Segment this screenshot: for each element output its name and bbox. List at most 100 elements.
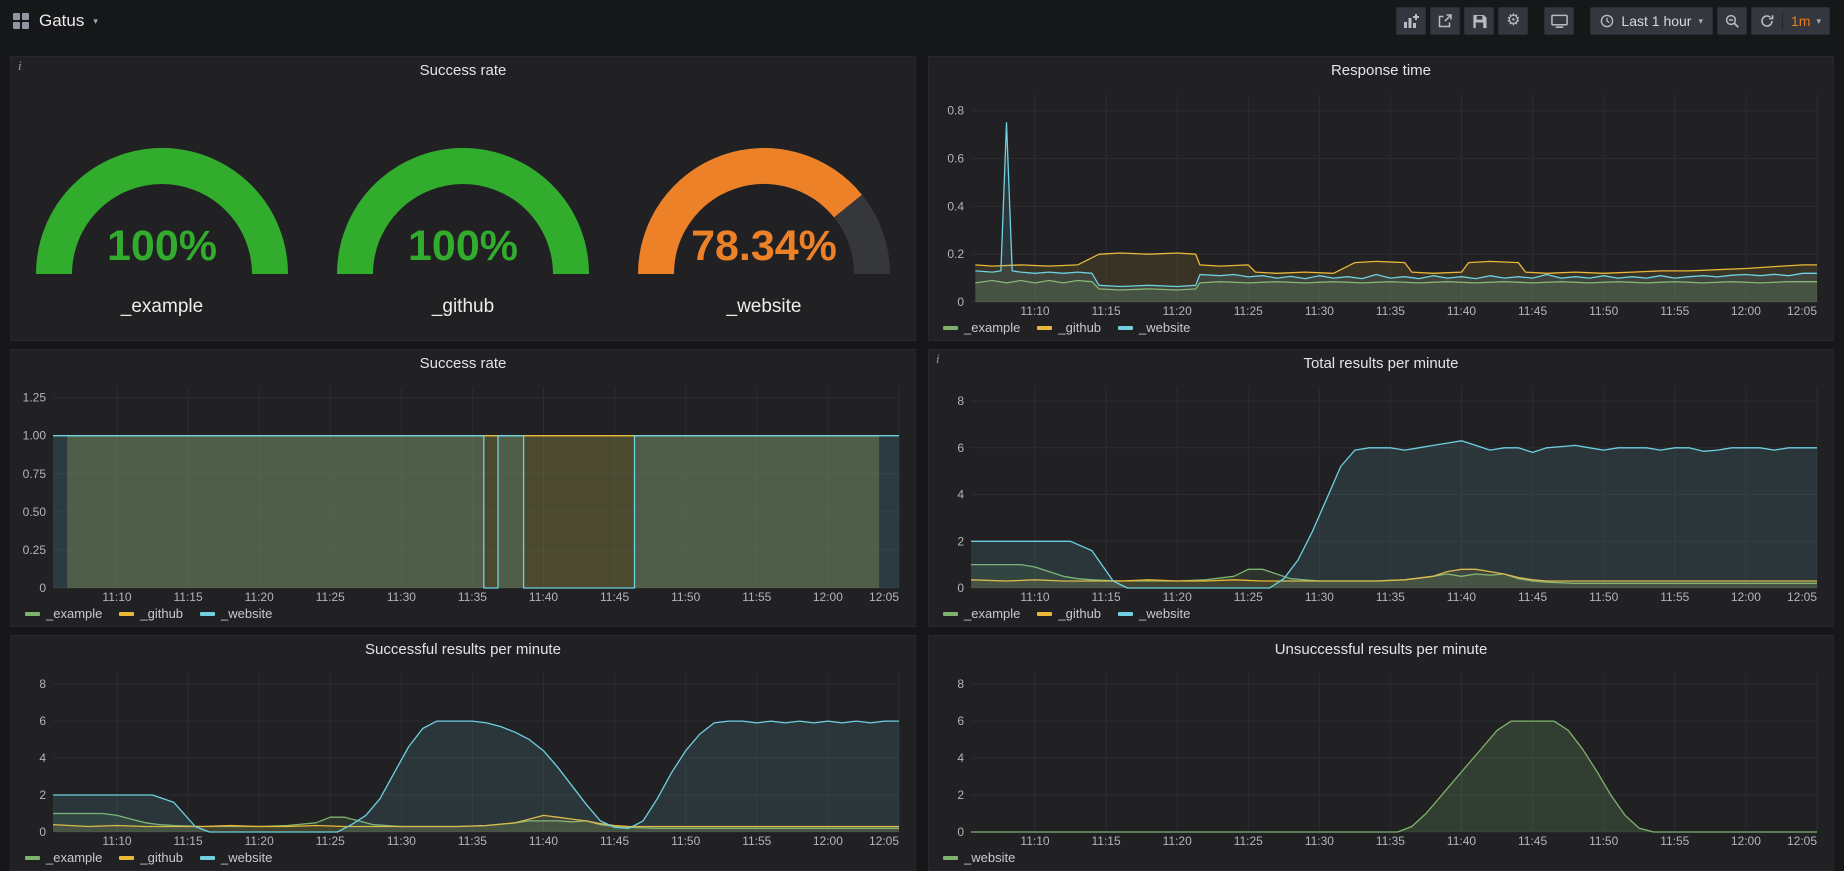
time-range-label: Last 1 hour: [1621, 13, 1691, 29]
legend-item-_website[interactable]: _website: [1118, 606, 1190, 621]
svg-text:11:35: 11:35: [1376, 304, 1405, 318]
svg-text:11:55: 11:55: [1660, 304, 1689, 318]
svg-text:11:10: 11:10: [1020, 590, 1049, 604]
svg-text:11:30: 11:30: [1305, 304, 1334, 318]
svg-text:11:50: 11:50: [671, 590, 700, 604]
panel-title[interactable]: Success rate: [420, 62, 507, 79]
legend-item-_example[interactable]: _example: [25, 606, 102, 621]
tv-icon: [1551, 14, 1568, 29]
svg-text:11:50: 11:50: [1589, 304, 1618, 318]
legend-swatch: [1118, 612, 1133, 616]
legend-item-_github[interactable]: _github: [1037, 606, 1101, 621]
legend-item-_website[interactable]: _website: [200, 850, 272, 865]
dashboard-caret-icon[interactable]: ▾: [93, 17, 98, 26]
panel-unsuccessful-results: Unsuccessful results per minute 0246811:…: [928, 635, 1834, 871]
legend-item-_website[interactable]: _website: [200, 606, 272, 621]
svg-text:11:15: 11:15: [1092, 834, 1121, 848]
gauge-_github: 100%_github: [313, 106, 613, 318]
legend-item-_github[interactable]: _github: [119, 850, 183, 865]
legend-label: _example: [964, 320, 1020, 335]
svg-text:12:00: 12:00: [1731, 590, 1761, 604]
apps-grid-icon[interactable]: [12, 12, 30, 30]
svg-text:12:00: 12:00: [1731, 834, 1761, 848]
legend-swatch: [25, 856, 40, 860]
svg-text:11:55: 11:55: [1660, 834, 1689, 848]
legend-item-_example[interactable]: _example: [25, 850, 102, 865]
time-range-picker[interactable]: Last 1 hour ▾: [1590, 7, 1713, 35]
zoom-out-button[interactable]: [1717, 7, 1747, 35]
share-dashboard-button[interactable]: [1430, 7, 1460, 35]
add-panel-icon: [1403, 13, 1419, 29]
save-dashboard-button[interactable]: [1464, 7, 1494, 35]
divider: [1782, 12, 1783, 30]
legend-label: _github: [140, 850, 183, 865]
legend-item-_github[interactable]: _github: [1037, 320, 1101, 335]
panel-header: Success rate: [11, 57, 915, 84]
svg-text:11:55: 11:55: [742, 590, 771, 604]
svg-text:0.50: 0.50: [23, 505, 47, 519]
gauge-_website: 78.34%_website: [614, 106, 914, 318]
panel-header: Successful results per minute: [11, 636, 915, 663]
legend-label: _example: [964, 606, 1020, 621]
svg-text:11:50: 11:50: [1589, 834, 1618, 848]
dashboard-picker: Gatus ▾: [12, 11, 98, 31]
svg-text:12:05: 12:05: [869, 834, 899, 848]
response-time-graph[interactable]: 00.20.40.60.811:1011:1511:2011:2511:3011…: [929, 84, 1833, 318]
svg-text:0: 0: [39, 825, 46, 839]
success-rate-graph[interactable]: 00.250.500.751.001.2511:1011:1511:2011:2…: [11, 377, 915, 604]
dashboard-settings-button[interactable]: ⚙: [1498, 7, 1528, 35]
panel-success-rate-graph: Success rate 00.250.500.751.001.2511:101…: [10, 349, 916, 627]
svg-text:11:15: 11:15: [1092, 590, 1121, 604]
panel-response-time: Response time 00.20.40.60.811:1011:1511:…: [928, 56, 1834, 341]
svg-text:11:35: 11:35: [458, 590, 487, 604]
svg-text:6: 6: [957, 441, 964, 455]
svg-text:11:20: 11:20: [1163, 304, 1192, 318]
total-results-graph[interactable]: 0246811:1011:1511:2011:2511:3011:3511:40…: [929, 377, 1833, 604]
panel-title[interactable]: Unsuccessful results per minute: [1275, 641, 1488, 658]
successful-results-graph[interactable]: 0246811:1011:1511:2011:2511:3011:3511:40…: [11, 663, 915, 848]
legend-swatch: [943, 612, 958, 616]
chart-legend: _example _github _website: [929, 318, 1833, 340]
panel-title[interactable]: Response time: [1331, 62, 1431, 79]
svg-text:11:25: 11:25: [1234, 304, 1263, 318]
cycle-view-mode-button[interactable]: [1544, 7, 1574, 35]
svg-text:11:20: 11:20: [1163, 590, 1192, 604]
svg-text:11:15: 11:15: [1092, 304, 1121, 318]
add-panel-button[interactable]: [1396, 7, 1426, 35]
svg-text:11:55: 11:55: [742, 834, 771, 848]
unsuccessful-results-graph[interactable]: 0246811:1011:1511:2011:2511:3011:3511:40…: [929, 663, 1833, 848]
svg-text:0.6: 0.6: [947, 152, 964, 166]
panel-title[interactable]: Successful results per minute: [365, 641, 561, 658]
navbar-actions: ⚙ Last 1 hour ▾ 1m ▾: [1396, 7, 1830, 35]
svg-text:2: 2: [957, 788, 964, 802]
svg-text:12:00: 12:00: [813, 834, 843, 848]
legend-item-_website[interactable]: _website: [943, 850, 1015, 865]
legend-label: _website: [221, 850, 272, 865]
legend-item-_example[interactable]: _example: [943, 320, 1020, 335]
svg-text:4: 4: [957, 488, 964, 502]
svg-text:11:30: 11:30: [387, 834, 416, 848]
svg-text:11:35: 11:35: [1376, 590, 1405, 604]
svg-text:100%: 100%: [107, 222, 217, 270]
svg-text:11:40: 11:40: [529, 834, 558, 848]
svg-text:11:25: 11:25: [316, 834, 345, 848]
legend-item-_example[interactable]: _example: [943, 606, 1020, 621]
legend-swatch: [119, 612, 134, 616]
panel-title[interactable]: Success rate: [420, 355, 507, 372]
gauge-row: 100%_example100%_github78.34%_website: [11, 84, 915, 340]
svg-text:11:35: 11:35: [1376, 834, 1405, 848]
dashboard-title[interactable]: Gatus: [39, 11, 84, 31]
svg-text:100%: 100%: [408, 222, 518, 270]
svg-text:4: 4: [957, 751, 964, 765]
svg-text:11:45: 11:45: [1518, 834, 1547, 848]
refresh-button[interactable]: 1m ▾: [1751, 7, 1830, 35]
panel-info-icon[interactable]: i: [936, 351, 940, 367]
legend-item-_github[interactable]: _github: [119, 606, 183, 621]
svg-text:11:10: 11:10: [1020, 834, 1049, 848]
panel-title[interactable]: Total results per minute: [1303, 355, 1458, 372]
panel-info-icon[interactable]: i: [18, 58, 22, 74]
svg-text:11:20: 11:20: [1163, 834, 1192, 848]
gauge-_example: 100%_example: [12, 106, 312, 318]
svg-text:11:10: 11:10: [1020, 304, 1049, 318]
legend-item-_website[interactable]: _website: [1118, 320, 1190, 335]
